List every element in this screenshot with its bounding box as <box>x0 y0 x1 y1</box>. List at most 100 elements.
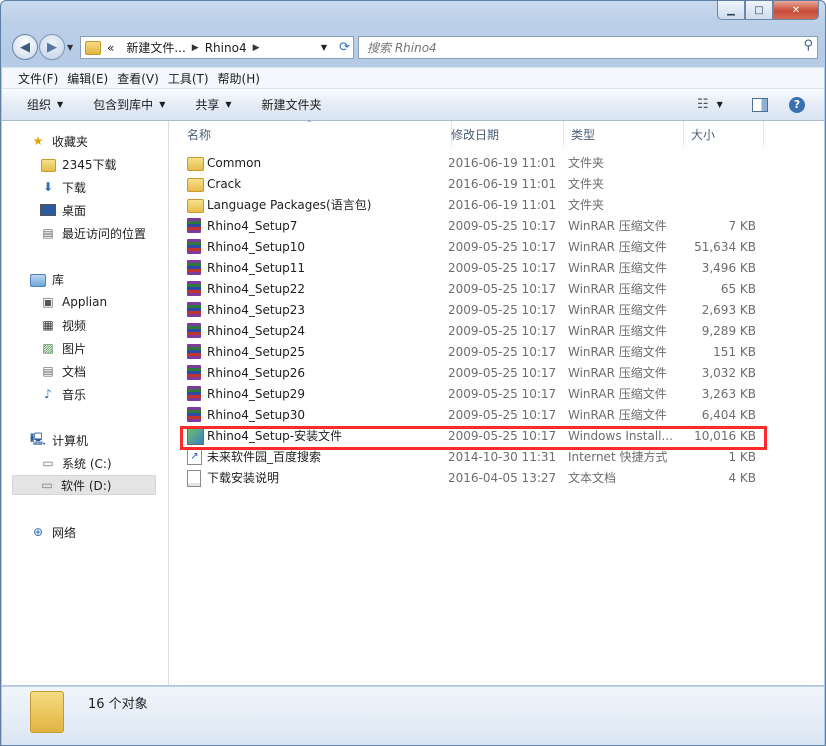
breadcrumb-parent[interactable]: 新建文件... <box>120 39 191 56</box>
menu-edit[interactable]: 编辑(E) <box>66 70 116 87</box>
preview-pane-icon[interactable] <box>752 97 768 112</box>
new-folder-button[interactable]: 新建文件夹 <box>262 96 322 113</box>
nav-item-pictures[interactable]: ▨ 图片 <box>40 338 86 358</box>
breadcrumb-arrow-icon[interactable]: ▶ <box>192 43 199 53</box>
nav-item-recent-places[interactable]: ▤ 最近访问的位置 <box>40 223 146 243</box>
nav-libraries[interactable]: 库 <box>30 269 64 289</box>
forward-arrow-icon: ▶ <box>47 39 57 55</box>
nav-computer[interactable]: 🖳 计算机 <box>30 430 88 450</box>
rar-file-icon <box>187 218 203 234</box>
file-row[interactable]: Rhino4_Setup10 2009-05-25 10:17 WinRAR 压缩文… <box>181 237 771 258</box>
search-input[interactable] <box>359 37 789 58</box>
view-options-button[interactable]: ☷ ▼ <box>697 97 723 112</box>
file-row[interactable]: Rhino4_Setup29 2009-05-25 10:17 WinRAR 压缩文… <box>181 384 771 405</box>
desktop-icon <box>40 202 56 218</box>
menu-file[interactable]: 文件(F) <box>2 70 66 87</box>
refresh-icon[interactable]: ⟳ <box>339 40 350 55</box>
recent-pages-dropdown[interactable]: ▼ <box>67 43 73 52</box>
rar-file-icon <box>187 260 203 276</box>
file-date: 2009-05-25 10:17 <box>448 324 557 338</box>
file-name: Rhino4_Setup23 <box>207 303 306 317</box>
file-date: 2009-05-25 10:17 <box>448 387 557 401</box>
file-size: 3,496 KB <box>701 261 756 275</box>
file-row[interactable]: Rhino4_Setup7 2009-05-25 10:17 WinRAR 压缩文件… <box>181 216 771 237</box>
nav-item-documents[interactable]: ▤ 文档 <box>40 361 86 381</box>
file-name: Common <box>207 156 262 170</box>
file-row[interactable]: ↗ 未来软件园_百度搜索 2014-10-30 11:31 Internet 快捷方式… <box>181 447 771 468</box>
file-row[interactable]: Crack 2016-06-19 11:01 文件夹 <box>181 174 771 195</box>
item-count: 16 个对象 <box>88 697 148 712</box>
nav-item-videos[interactable]: ▦ 视频 <box>40 315 86 335</box>
nav-item-downloads[interactable]: ⬇ 下载 <box>40 177 86 197</box>
breadcrumb-arrow-icon[interactable]: ▶ <box>253 43 260 53</box>
rar-file-icon <box>187 365 203 381</box>
file-name: Crack <box>207 177 242 191</box>
forward-button[interactable]: ▶ <box>39 34 65 60</box>
address-overflow[interactable]: « <box>101 41 120 55</box>
file-date: 2016-06-19 11:01 <box>448 198 557 212</box>
file-type: WinRAR 压缩文件 <box>568 408 667 422</box>
file-row[interactable]: Rhino4_Setup22 2009-05-25 10:17 WinRAR 压缩文… <box>181 279 771 300</box>
file-row[interactable]: Rhino4_Setup25 2009-05-25 10:17 WinRAR 压缩文… <box>181 342 771 363</box>
navigation-pane: ★ 收藏夹 2345下载 ⬇ 下载 桌面 ▤ 最近访问的位置 库 ▣ Applian ▦… <box>2 121 169 685</box>
column-header-type[interactable]: 类型 <box>563 121 684 147</box>
file-row[interactable]: 下载安装说明 2016-04-05 13:27 文本文档 4 KB <box>181 468 771 489</box>
share-button[interactable]: 共享 ▼ <box>195 96 231 113</box>
organize-button[interactable]: 组织 ▼ <box>27 96 63 113</box>
file-row[interactable]: Rhino4_Setup23 2009-05-25 10:17 WinRAR 压缩文… <box>181 300 771 321</box>
nav-network[interactable]: ⊕ 网络 <box>30 522 76 542</box>
column-header-date[interactable]: 修改日期 <box>443 121 564 147</box>
nav-item-desktop[interactable]: 桌面 <box>40 200 86 220</box>
search-box[interactable]: ⚲ <box>358 36 818 59</box>
file-row[interactable]: Common 2016-06-19 11:01 文件夹 <box>181 153 771 174</box>
library-icon <box>30 271 46 287</box>
nav-favorites[interactable]: ★ 收藏夹 <box>30 131 88 151</box>
menu-tools[interactable]: 工具(T) <box>167 70 217 87</box>
folder-icon <box>85 40 101 55</box>
address-history-dropdown[interactable]: ▼ <box>321 43 327 52</box>
column-header-name[interactable]: 名称 <box>179 121 452 147</box>
star-icon: ★ <box>32 134 44 148</box>
file-name: Rhino4_Setup10 <box>207 240 306 254</box>
menu-view[interactable]: 查看(V) <box>116 70 167 87</box>
close-button[interactable]: ✕ <box>773 1 819 20</box>
rar-file-icon <box>187 386 203 402</box>
file-type: Internet 快捷方式 <box>568 450 668 464</box>
search-icon[interactable]: ⚲ <box>803 38 813 53</box>
nav-item-music[interactable]: ♪ 音乐 <box>40 384 86 404</box>
nav-favorites-label: 收藏夹 <box>52 134 89 149</box>
nav-item-label: 图片 <box>62 341 87 356</box>
nav-item-drive-c[interactable]: ▭ 系统 (C:) <box>40 453 111 473</box>
file-row[interactable]: Rhino4_Setup26 2009-05-25 10:17 WinRAR 压缩文… <box>181 363 771 384</box>
file-date: 2009-05-25 10:17 <box>448 345 557 359</box>
menu-help[interactable]: 帮助(H) <box>217 70 268 87</box>
file-size: 65 KB <box>720 282 756 296</box>
file-row[interactable]: Rhino4_Setup24 2009-05-25 10:17 WinRAR 压缩文… <box>181 321 771 342</box>
back-button[interactable]: ◀ <box>12 34 38 60</box>
maximize-button[interactable]: □ <box>745 1 773 20</box>
column-header-size[interactable]: 大小 <box>683 121 764 147</box>
file-date: 2016-06-19 11:01 <box>448 177 557 191</box>
folder-file-icon <box>187 197 204 213</box>
recent-places-icon: ▤ <box>42 226 54 240</box>
file-name: Rhino4_Setup26 <box>207 366 306 380</box>
minimize-button[interactable]: ▁ <box>717 1 745 20</box>
file-row[interactable]: Language Packages(语言包) 2016-06-19 11:01 文件… <box>181 195 771 216</box>
new-folder-label: 新建文件夹 <box>261 98 322 112</box>
rar-file-icon <box>187 281 203 297</box>
nav-item-applian[interactable]: ▣ Applian <box>40 292 107 312</box>
address-bar[interactable]: « 新建文件... ▶ Rhino4 ▶ ▼ ⟳ <box>80 36 354 59</box>
command-bar: 组织 ▼ 包含到库中 ▼ 共享 ▼ 新建文件夹 ☷ ▼ ? <box>2 89 824 121</box>
breadcrumb-current[interactable]: Rhino4 <box>199 41 253 55</box>
file-type: 文本文档 <box>568 471 617 485</box>
nav-item-2345-download[interactable]: 2345下载 <box>40 154 117 174</box>
file-row[interactable]: Rhino4_Setup30 2009-05-25 10:17 WinRAR 压缩文… <box>181 405 771 426</box>
organize-label: 组织 <box>27 98 52 112</box>
include-library-button[interactable]: 包含到库中 ▼ <box>93 96 165 113</box>
folder-icon <box>40 156 56 172</box>
file-row[interactable]: Rhino4_Setup11 2009-05-25 10:17 WinRAR 压缩文… <box>181 258 771 279</box>
include-library-label: 包含到库中 <box>93 98 154 112</box>
nav-item-drive-d[interactable]: ▭ 软件 (D:) <box>12 475 156 495</box>
file-type: 文件夹 <box>568 177 605 191</box>
help-icon[interactable]: ? <box>789 96 805 113</box>
